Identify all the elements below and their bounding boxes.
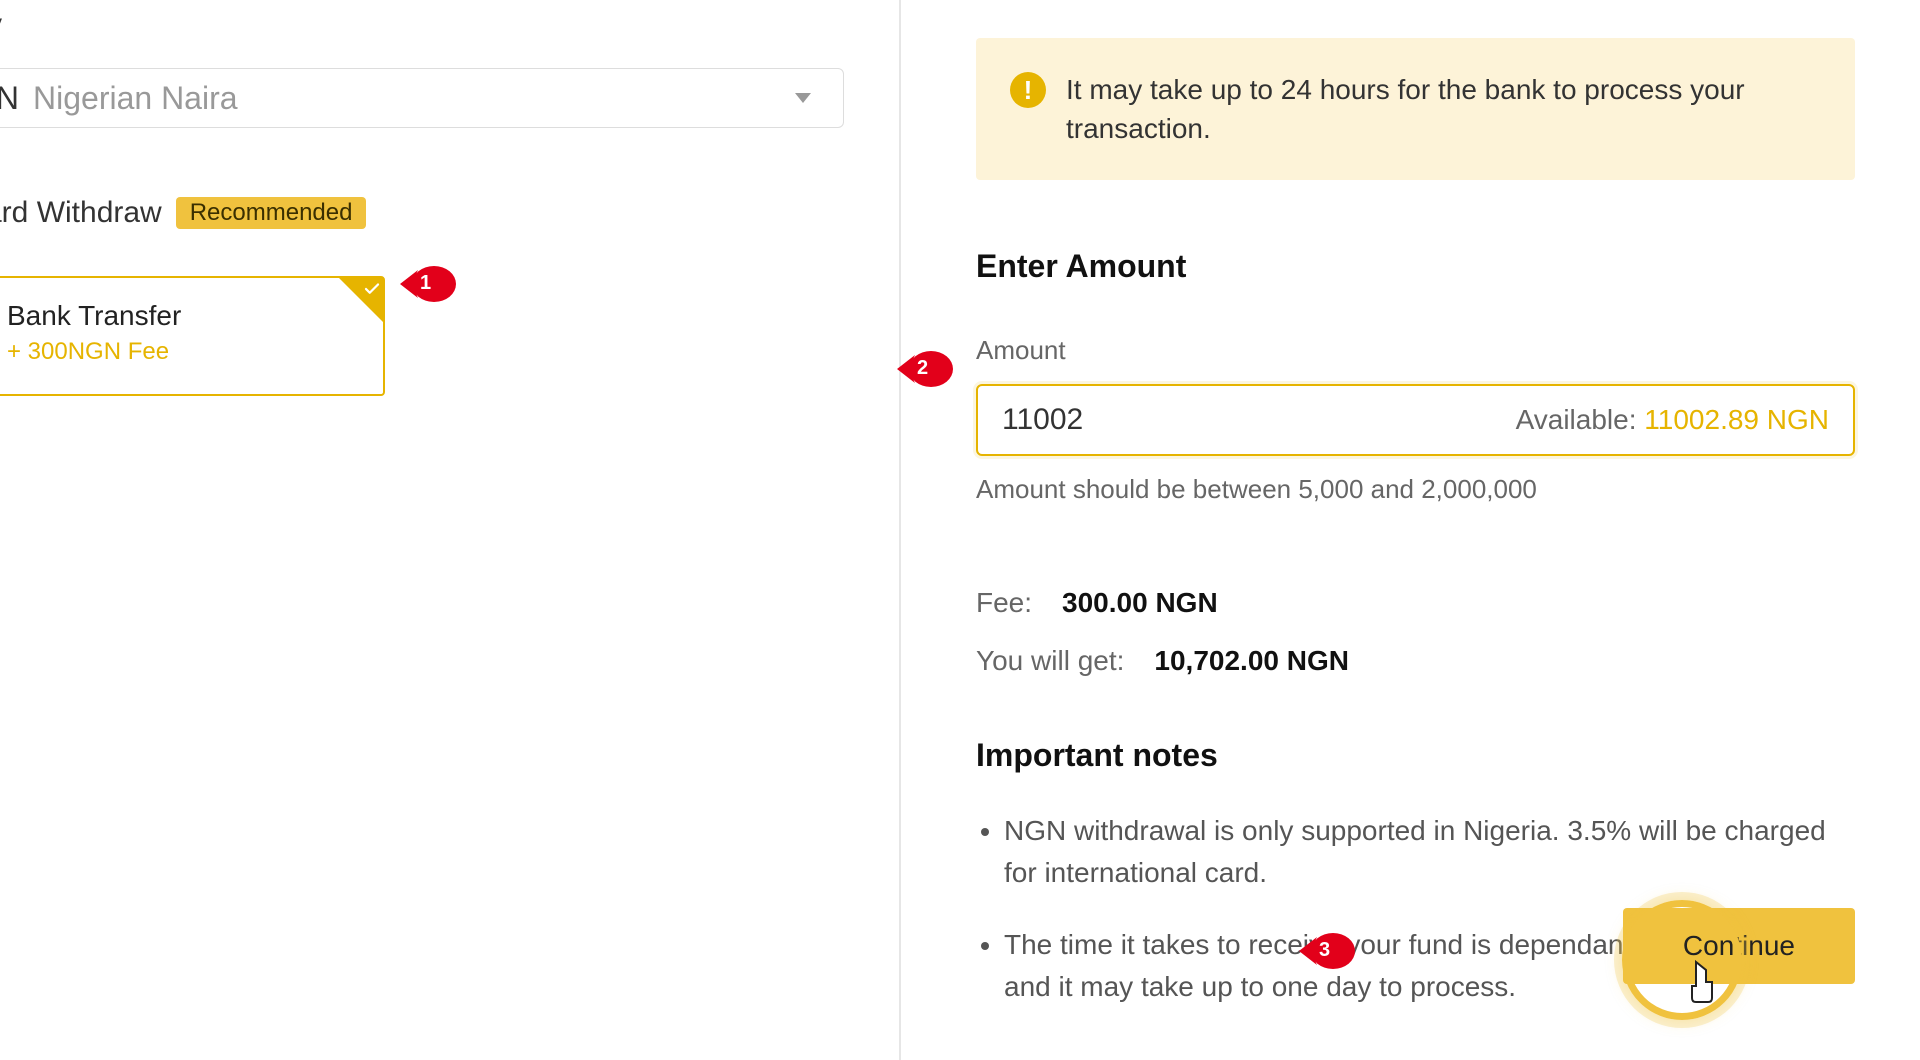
amount-input[interactable] xyxy=(1002,403,1302,437)
continue-button[interactable]: Continue xyxy=(1623,908,1855,984)
card-withdraw-label: ard Withdraw xyxy=(0,196,162,230)
important-notes-heading: Important notes xyxy=(976,737,1855,774)
method-card-bank-transfer[interactable]: Bank Transfer + 300NGN Fee xyxy=(0,276,385,396)
available-balance: Available: 11002.89 NGN xyxy=(1516,404,1829,436)
check-icon xyxy=(363,280,381,298)
method-name: Bank Transfer xyxy=(7,300,363,332)
youget-label: You will get: xyxy=(976,645,1124,677)
annotation-marker-3: 3 xyxy=(1299,931,1359,971)
processing-time-alert: ! It may take up to 24 hours for the ban… xyxy=(976,38,1855,180)
currency-code: GN xyxy=(0,80,19,117)
annotation-marker-2: 2 xyxy=(897,349,957,389)
note-item: NGN withdrawal is only supported in Nige… xyxy=(1004,810,1855,894)
fee-value: 300.00 NGN xyxy=(1062,587,1218,619)
selected-corner xyxy=(339,278,383,322)
currency-name: Nigerian Naira xyxy=(33,80,238,117)
card-withdraw-row: ard Withdraw Recommended xyxy=(0,196,889,230)
currency-label: y xyxy=(0,8,889,40)
recommended-badge: Recommended xyxy=(176,197,367,229)
fee-row: Fee: 300.00 NGN xyxy=(976,587,1855,619)
alert-icon: ! xyxy=(1010,72,1046,108)
alert-text: It may take up to 24 hours for the bank … xyxy=(1066,70,1821,148)
annotation-marker-1: 1 xyxy=(400,264,460,304)
enter-amount-heading: Enter Amount xyxy=(976,248,1855,285)
amount-hint: Amount should be between 5,000 and 2,000… xyxy=(976,474,1855,505)
currency-select[interactable]: GN Nigerian Naira xyxy=(0,68,844,128)
fee-label: Fee: xyxy=(976,587,1032,619)
amount-label: Amount xyxy=(976,335,1855,366)
method-fee: + 300NGN Fee xyxy=(7,338,363,366)
you-will-get-row: You will get: 10,702.00 NGN xyxy=(976,645,1855,677)
chevron-down-icon xyxy=(795,93,811,103)
amount-input-box[interactable]: Available: 11002.89 NGN xyxy=(976,384,1855,456)
youget-value: 10,702.00 NGN xyxy=(1154,645,1349,677)
